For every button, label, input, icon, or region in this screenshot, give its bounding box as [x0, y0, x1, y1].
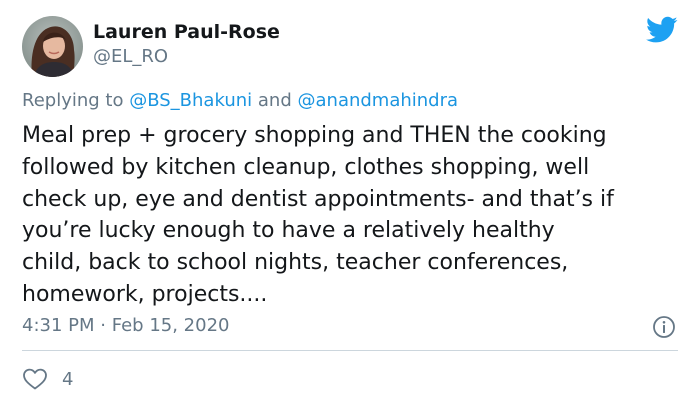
info-icon[interactable] — [652, 315, 676, 339]
tweet-text-line: check up, eye and dentist appointments- … — [22, 186, 614, 212]
divider — [22, 350, 678, 351]
mention-link-2[interactable]: @anandmahindra — [298, 90, 459, 111]
reply-conjunction: and — [257, 90, 292, 111]
like-count: 4 — [62, 368, 74, 390]
tweet-header: Lauren Paul-Rose @EL_RO — [22, 16, 678, 78]
meta-separator: · — [100, 315, 106, 336]
heart-icon[interactable] — [22, 367, 48, 391]
mention-link-1[interactable]: @BS_Bhakuni — [129, 90, 252, 111]
like-action[interactable]: 4 — [22, 365, 73, 393]
tweet-card: Lauren Paul-Rose @EL_RO Replying to @BS_… — [0, 0, 700, 406]
reply-prefix: Replying to — [22, 90, 124, 111]
avatar-photo — [22, 16, 83, 77]
replying-to-line: Replying to @BS_Bhakuni and @anandmahind… — [22, 89, 458, 113]
tweet-text-line: Meal prep + grocery shopping and THEN th… — [22, 123, 607, 148]
tweet-text-line: you’re lucky enough to have a relatively… — [22, 218, 555, 244]
author-block: Lauren Paul-Rose @EL_RO — [93, 20, 280, 69]
tweet-date[interactable]: Feb 15, 2020 — [112, 315, 230, 336]
twitter-bird-icon[interactable] — [646, 16, 678, 44]
tweet-text: Meal prep + grocery shopping and THEN th… — [22, 120, 682, 311]
tweet-text-line: homework, projects.... — [22, 281, 268, 307]
avatar[interactable] — [22, 16, 83, 77]
tweet-metadata: 4:31 PM · Feb 15, 2020 — [22, 314, 229, 338]
tweet-text-line: child, back to school nights, teacher co… — [22, 250, 569, 276]
author-display-name[interactable]: Lauren Paul-Rose — [93, 20, 280, 44]
tweet-text-line: followed by kitchen cleanup, clothes sho… — [22, 154, 590, 180]
tweet-time[interactable]: 4:31 PM — [22, 315, 95, 336]
author-handle[interactable]: @EL_RO — [93, 45, 280, 69]
